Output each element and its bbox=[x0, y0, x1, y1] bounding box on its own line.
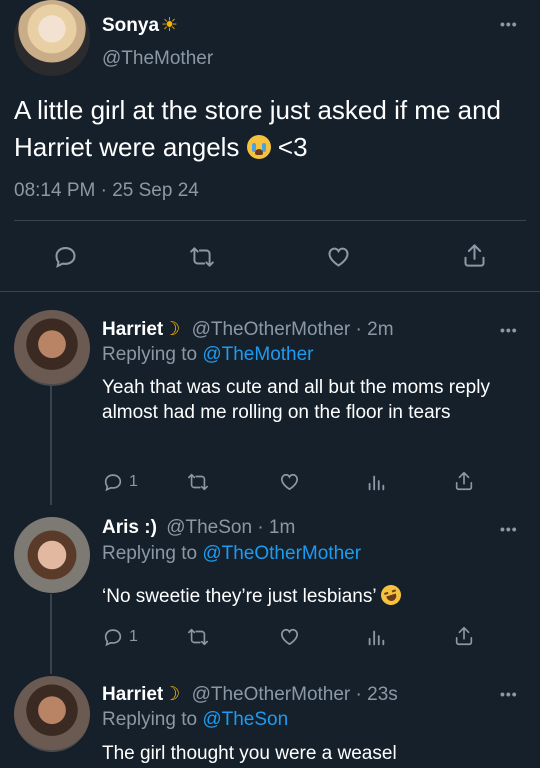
more-icon[interactable]: ••• bbox=[500, 322, 518, 338]
replying-to: Replying to @TheOtherMother bbox=[102, 543, 362, 564]
like-button[interactable] bbox=[278, 625, 301, 648]
share-icon bbox=[455, 471, 473, 491]
reply-author-name[interactable]: Harriet☽ bbox=[102, 684, 180, 705]
like-button[interactable] bbox=[325, 243, 352, 270]
thread-line bbox=[50, 594, 52, 674]
like-icon bbox=[280, 473, 299, 491]
like-icon bbox=[328, 247, 349, 267]
crying-emoji-icon bbox=[246, 135, 271, 159]
tweet-text: A little girl at the store just asked if… bbox=[14, 95, 502, 162]
tweet-timestamp[interactable]: 08:14 PM · 25 Sep 24 bbox=[14, 180, 199, 202]
reply-author-handle[interactable]: @TheOtherMother bbox=[192, 684, 351, 705]
moon-emoji-icon: ☽ bbox=[163, 684, 181, 705]
author-handle[interactable]: @TheMother bbox=[102, 48, 213, 70]
share-icon bbox=[455, 626, 473, 646]
sun-emoji-icon: ☀ bbox=[161, 15, 179, 36]
more-icon[interactable]: ••• bbox=[500, 521, 518, 537]
avatar-harriet[interactable] bbox=[14, 310, 90, 386]
replying-to: Replying to @TheMother bbox=[102, 344, 314, 365]
avatar-aris[interactable] bbox=[14, 517, 90, 593]
analytics-icon bbox=[368, 630, 385, 646]
reply-author-handle[interactable]: @TheOtherMother bbox=[192, 319, 351, 340]
reply-icon bbox=[104, 474, 122, 492]
replying-to-link[interactable]: @TheSon bbox=[202, 709, 288, 730]
reply-time[interactable]: · 1m bbox=[257, 517, 295, 538]
moon-emoji-icon: ☽ bbox=[163, 319, 181, 340]
reply-button[interactable]: 1 bbox=[102, 471, 138, 493]
share-button[interactable] bbox=[461, 242, 488, 269]
retweet-button[interactable] bbox=[186, 626, 210, 648]
avatar-sonya[interactable] bbox=[14, 0, 90, 76]
replying-to-link[interactable]: @TheMother bbox=[202, 344, 313, 365]
reply-text: The girl thought you were a weasel bbox=[102, 743, 397, 764]
reply-time[interactable]: · 2m bbox=[356, 319, 394, 340]
replying-to-link[interactable]: @TheOtherMother bbox=[202, 543, 361, 564]
retweet-icon bbox=[190, 247, 214, 267]
more-icon[interactable]: ••• bbox=[500, 686, 518, 702]
more-icon[interactable]: ••• bbox=[500, 16, 518, 32]
replying-to: Replying to @TheSon bbox=[102, 709, 289, 730]
share-button[interactable] bbox=[453, 625, 475, 647]
retweet-button[interactable] bbox=[186, 471, 210, 493]
reply-header: Harriet☽ @TheOtherMother · 23s bbox=[102, 683, 398, 706]
retweet-icon bbox=[188, 473, 208, 491]
reply-button[interactable]: 1 bbox=[102, 626, 138, 648]
analytics-button[interactable] bbox=[365, 626, 387, 648]
like-icon bbox=[280, 628, 299, 646]
reply-header: Harriet☽ @TheOtherMother · 2m bbox=[102, 318, 394, 341]
share-button[interactable] bbox=[453, 470, 475, 492]
share-icon bbox=[464, 244, 485, 267]
reply-count: 1 bbox=[129, 473, 138, 490]
reply-text: Yeah that was cute and all but the moms … bbox=[102, 377, 490, 423]
reply-text: ‘No sweetie they’re just lesbians’ bbox=[102, 582, 522, 609]
reply-author-name[interactable]: Harriet☽ bbox=[102, 319, 180, 340]
laughing-emoji-icon bbox=[378, 582, 404, 608]
reply-author-name[interactable]: Aris :) bbox=[102, 517, 157, 538]
divider bbox=[0, 291, 540, 292]
analytics-icon bbox=[368, 475, 385, 491]
reply-header: Aris :) @TheSon · 1m bbox=[102, 517, 295, 539]
divider bbox=[14, 220, 526, 221]
analytics-button[interactable] bbox=[365, 471, 387, 493]
reply-count: 1 bbox=[129, 628, 138, 645]
retweet-icon bbox=[188, 628, 208, 646]
retweet-button[interactable] bbox=[188, 244, 216, 270]
reply-author-handle[interactable]: @TheSon bbox=[166, 517, 252, 538]
avatar-harriet[interactable] bbox=[14, 676, 90, 752]
reply-icon bbox=[55, 247, 76, 268]
thread-line bbox=[50, 385, 52, 505]
like-button[interactable] bbox=[278, 470, 301, 493]
reply-button[interactable] bbox=[52, 243, 79, 270]
reply-time[interactable]: · 23s bbox=[356, 684, 398, 705]
author-name[interactable]: Sonya ☀ bbox=[102, 14, 178, 37]
reply-icon bbox=[104, 629, 122, 647]
